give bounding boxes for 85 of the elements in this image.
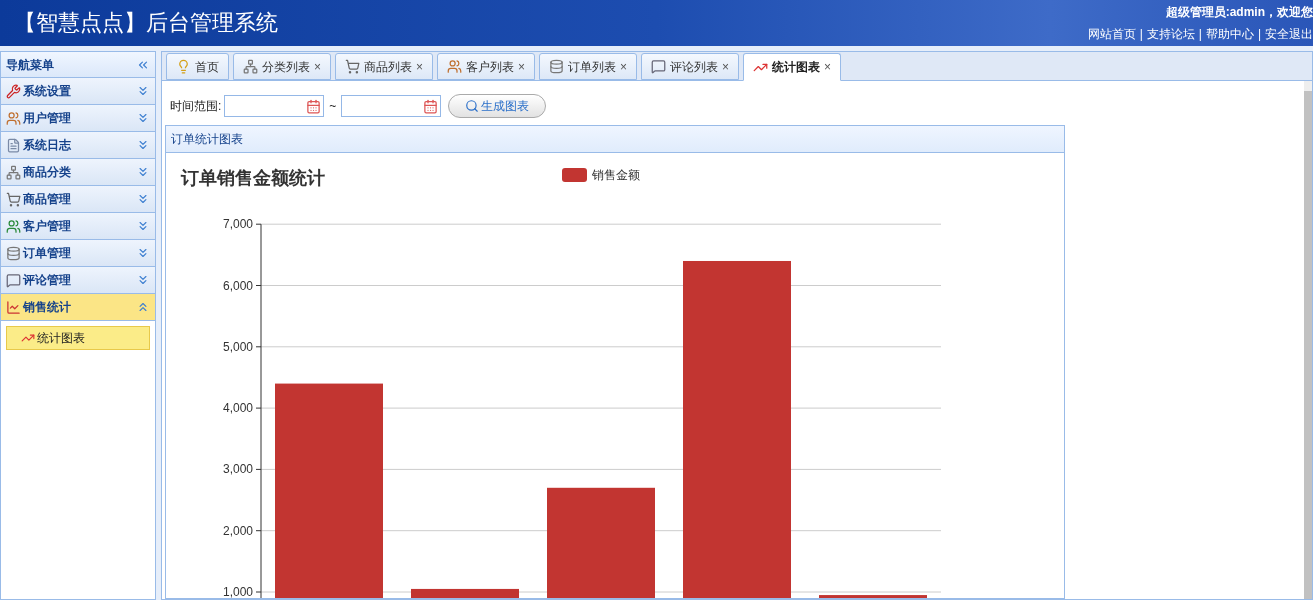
y-tick-label: 4,000 bbox=[222, 401, 253, 416]
line-chart-icon bbox=[6, 299, 21, 315]
menu-label: 订单管理 bbox=[23, 245, 71, 262]
submenu-item[interactable]: 统计图表 bbox=[6, 326, 150, 350]
menu-header[interactable]: 客户管理 bbox=[1, 213, 155, 240]
chevron-down-icon bbox=[136, 165, 150, 179]
menu-header[interactable]: 商品管理 bbox=[1, 186, 155, 213]
users-icon bbox=[447, 59, 463, 74]
legend-label: 销售金额 bbox=[592, 168, 640, 182]
chart-panel-title: 订单统计图表 bbox=[171, 131, 243, 148]
menu-label: 销售统计 bbox=[23, 299, 71, 316]
users-icon bbox=[6, 110, 21, 126]
database-icon bbox=[6, 245, 21, 261]
calendar-icon bbox=[306, 98, 322, 114]
menu-header[interactable]: 商品分类 bbox=[1, 159, 155, 186]
chevron-down-icon bbox=[136, 273, 150, 287]
welcome-text: 超级管理员:admin，欢迎您 bbox=[1165, 4, 1313, 21]
close-icon[interactable]: × bbox=[620, 57, 628, 76]
header-link[interactable]: 帮助中心 bbox=[1205, 25, 1254, 43]
legend-item[interactable]: 销售金额 bbox=[562, 168, 640, 182]
menu-label: 客户管理 bbox=[23, 218, 71, 235]
users-icon bbox=[6, 218, 21, 234]
menu-label: 系统设置 bbox=[23, 83, 71, 100]
tab[interactable]: 评论列表 × bbox=[641, 53, 740, 80]
tab[interactable]: 统计图表 × bbox=[743, 53, 842, 81]
tools-icon bbox=[6, 83, 21, 99]
range-separator: ~ bbox=[328, 98, 338, 115]
y-tick-label: 3,000 bbox=[222, 462, 253, 477]
link-separator: | bbox=[1257, 26, 1261, 43]
y-tick-label: 1,000 bbox=[222, 585, 253, 598]
header-link[interactable]: 网站首页 bbox=[1087, 25, 1136, 43]
tab[interactable]: 分类列表 × bbox=[233, 53, 331, 80]
chevron-up-icon bbox=[136, 300, 150, 314]
sidebar-title: 导航菜单 bbox=[6, 56, 54, 74]
header-link[interactable]: 安全退出 bbox=[1265, 25, 1313, 43]
menu-header[interactable]: 订单管理 bbox=[1, 240, 155, 267]
menu-header[interactable]: 用户管理 bbox=[1, 105, 155, 132]
chevron-down-icon bbox=[136, 111, 150, 125]
end-date-field[interactable] bbox=[341, 95, 442, 117]
chevron-down-icon bbox=[136, 138, 150, 152]
link-separator: | bbox=[1139, 26, 1143, 43]
menu-label: 商品管理 bbox=[23, 191, 71, 208]
speech-bubble-icon bbox=[651, 59, 667, 74]
tab[interactable]: 首页 bbox=[166, 53, 229, 80]
y-tick-label: 7,000 bbox=[222, 217, 253, 232]
menu-header[interactable]: 销售统计 bbox=[1, 294, 155, 321]
chevron-down-icon bbox=[136, 219, 150, 233]
chart-title: 订单销售金额统计 bbox=[181, 168, 325, 188]
link-separator: | bbox=[1198, 26, 1202, 43]
start-date-field[interactable] bbox=[224, 95, 325, 117]
generate-chart-button[interactable]: 生成图表 bbox=[448, 94, 547, 118]
menu-header[interactable]: 评论管理 bbox=[1, 267, 155, 294]
y-tick-label: 6,000 bbox=[222, 278, 253, 293]
close-icon[interactable]: × bbox=[824, 58, 832, 76]
close-icon[interactable]: × bbox=[314, 57, 321, 76]
database-icon bbox=[549, 59, 565, 74]
y-tick-label: 5,000 bbox=[222, 339, 253, 354]
document-icon bbox=[6, 137, 21, 153]
cart-icon bbox=[6, 191, 21, 207]
menu-header[interactable]: 系统日志 bbox=[1, 132, 155, 159]
chevron-down-icon bbox=[136, 192, 150, 206]
cart-icon bbox=[345, 59, 360, 74]
close-icon[interactable]: × bbox=[722, 57, 730, 76]
tab[interactable]: 客户列表 × bbox=[437, 53, 536, 80]
hierarchy-icon bbox=[6, 164, 21, 180]
menu-header[interactable]: 系统设置 bbox=[1, 78, 155, 105]
tab[interactable]: 商品列表 × bbox=[335, 53, 434, 80]
header-link[interactable]: 支持论坛 bbox=[1146, 25, 1195, 43]
speech-bubble-icon bbox=[6, 272, 21, 288]
chevron-down-icon bbox=[136, 84, 150, 98]
search-icon bbox=[465, 99, 480, 113]
y-tick-label: 2,000 bbox=[222, 523, 253, 538]
hierarchy-icon bbox=[243, 59, 258, 74]
menu-label: 商品分类 bbox=[23, 164, 71, 181]
menu-label: 系统日志 bbox=[23, 137, 71, 154]
calendar-icon bbox=[423, 98, 439, 114]
lightbulb-icon bbox=[176, 59, 191, 74]
chevron-down-icon bbox=[136, 246, 150, 260]
menu-label: 用户管理 bbox=[23, 110, 71, 127]
range-label: 时间范围: bbox=[170, 98, 222, 115]
menu-label: 评论管理 bbox=[23, 272, 71, 289]
close-icon[interactable]: × bbox=[518, 57, 526, 76]
app-title: 【智慧点点】后台管理系统 bbox=[13, 9, 278, 37]
tab[interactable]: 订单列表 × bbox=[539, 53, 638, 80]
close-icon[interactable]: × bbox=[416, 57, 424, 76]
